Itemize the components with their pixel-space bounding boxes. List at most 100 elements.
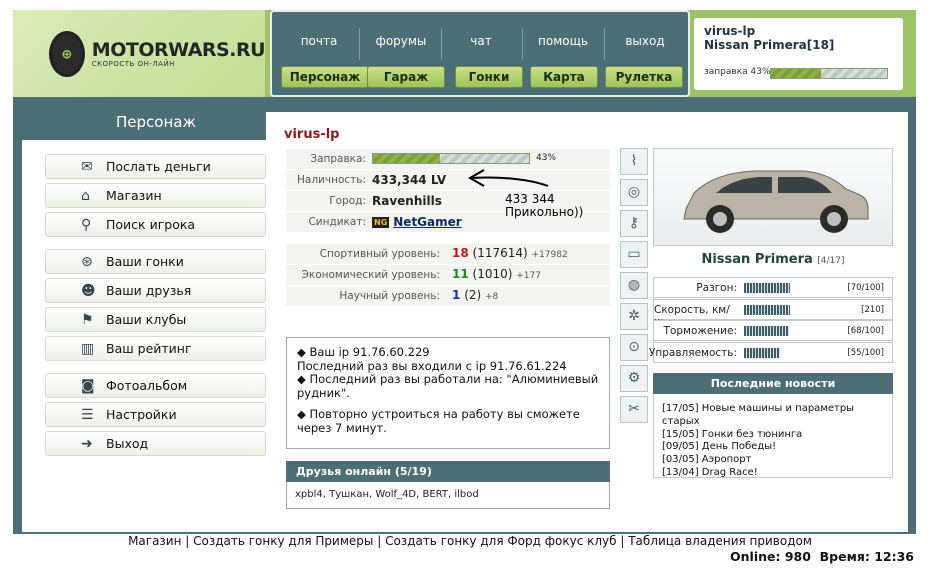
car-stat-value: [68/100] xyxy=(847,326,884,336)
level-row-economy: Экономический уровень: 11 (1010) +177 xyxy=(286,264,610,285)
car-stat-label: Разгон: xyxy=(696,282,737,294)
footer-links: Магазин | Создать гонку для Примеры | Со… xyxy=(128,534,812,548)
car-count: [4/17] xyxy=(817,256,845,266)
economy-level: 11 xyxy=(452,267,469,281)
news-item[interactable]: [17/05] Новые машины и параметры старых xyxy=(662,403,884,429)
message-item: ◆ Последний раз вы работали на: "Алюмини… xyxy=(297,372,599,400)
news-item[interactable]: [15/05] Гонки без тюнинга xyxy=(662,429,884,442)
menu-item-1[interactable]: ⌂ Магазин xyxy=(45,183,266,208)
spark-plug-icon[interactable]: ⚷ xyxy=(620,210,648,237)
menu-item-2[interactable]: ⚲ Поиск игрока xyxy=(45,212,266,237)
news-item[interactable]: [13/04] Drag Race! xyxy=(662,467,884,480)
section-title: Персонаж xyxy=(116,113,196,131)
nav-logout[interactable]: выход xyxy=(610,34,680,48)
rating-icon: ▥ xyxy=(81,341,95,357)
tire-icon[interactable]: ◎ xyxy=(620,179,648,206)
menu-item-3[interactable]: ⊛ Ваши гонки xyxy=(45,249,266,274)
user-fuel-label: заправка 43% xyxy=(704,67,771,77)
car-image[interactable] xyxy=(653,148,893,246)
nav-mail[interactable]: почта xyxy=(284,34,354,48)
nav-help[interactable]: помощь xyxy=(528,34,598,48)
menu-item-7[interactable]: ◙ Фотоальбом xyxy=(45,373,266,398)
science-level: 1 xyxy=(452,288,461,302)
cash-value: 433,344 LV xyxy=(372,173,447,187)
user-fuel-bar xyxy=(770,68,888,79)
car-stat-value: [55/100] xyxy=(847,347,884,358)
level-row-sport: Спортивный уровень: 18 (117614) +17982 xyxy=(286,243,610,264)
menu-item-label: Ваши клубы xyxy=(106,312,187,327)
shock-absorber-icon[interactable]: ⌇ xyxy=(620,148,648,175)
exit-icon: ➜ xyxy=(81,436,93,452)
menu-item-6[interactable]: ▥ Ваш рейтинг xyxy=(45,336,266,361)
tab-garage-button[interactable]: Гараж xyxy=(367,66,445,88)
messages-box: ◆ Ваш ip 91.76.60.229 Последний раз вы в… xyxy=(286,337,610,449)
fuel-label: Заправка: xyxy=(310,153,366,165)
car-stat-row: Разгон: [70/100] xyxy=(653,277,893,298)
menu-item-label: Ваш рейтинг xyxy=(106,341,192,356)
shop-icon: ⌂ xyxy=(81,188,90,204)
clubs-icon: ⚑ xyxy=(81,312,94,328)
friends-icon: ☻ xyxy=(81,283,96,299)
user-summary: virus-lp Nissan Primera[18] заправка 43% xyxy=(694,18,903,90)
message-item: ◆ Ваш ip 91.76.60.229 xyxy=(297,345,430,359)
site-logo[interactable]: ⊕ MOTORWARS.RU СКОРОСТЬ ОН-ЛАЙН xyxy=(13,10,266,97)
city-label: Город: xyxy=(329,195,366,207)
brand-name: MOTORWARS.RU xyxy=(91,38,266,61)
user-name[interactable]: virus-lp xyxy=(704,24,893,38)
tab-races-button[interactable]: Гонки xyxy=(455,66,523,88)
car-stat-row: Управляемость: [55/100] xyxy=(649,341,893,363)
fuel-bar xyxy=(372,153,530,164)
player-name: virus-lp xyxy=(284,127,340,142)
car-stat-label: Торможение: xyxy=(663,325,737,337)
menu-item-5[interactable]: ⚑ Ваши клубы xyxy=(45,307,266,332)
menu-item-8[interactable]: ☰ Настройки xyxy=(45,402,266,427)
footer-link-drive-table[interactable]: Таблица владения приводом xyxy=(628,534,812,548)
footer-link-create-race-focus[interactable]: Создать гонку для Форд фокус клуб xyxy=(385,534,616,548)
car-stat-bar xyxy=(744,347,780,358)
tab-character-button[interactable]: Персонаж xyxy=(281,66,369,88)
camera-icon: ◙ xyxy=(81,378,95,394)
car-stat-bar xyxy=(744,326,789,336)
tools-icon[interactable]: ✂ xyxy=(620,396,648,423)
user-car[interactable]: Nissan Primera[18] xyxy=(704,38,893,52)
city-value: Ravenhills xyxy=(372,194,442,208)
syndicate-link[interactable]: NetGamer xyxy=(393,215,461,229)
cash-label: Наличность: xyxy=(297,174,366,186)
news-item[interactable]: [09/05] День Победы! xyxy=(662,441,884,454)
car-stat-value: [210] xyxy=(861,304,884,315)
money-icon: ✉ xyxy=(81,159,93,175)
menu-item-0[interactable]: ✉ Послать деньги xyxy=(45,154,266,179)
menu-item-label: Магазин xyxy=(106,188,162,203)
footer-link-shop[interactable]: Магазин xyxy=(128,534,181,548)
top-navigation: почта форумы чат помощь выход Персонаж Г… xyxy=(270,10,690,97)
wheel-rim-icon[interactable]: ✲ xyxy=(620,303,648,330)
brake-disc-icon[interactable]: ◍ xyxy=(620,272,648,299)
car-picture-icon xyxy=(683,170,869,233)
exhaust-icon[interactable]: ▭ xyxy=(620,241,648,268)
car-stat-bar xyxy=(744,304,790,315)
level-row-science: Научный уровень: 1 (2) +8 xyxy=(286,285,610,306)
search-icon: ⚲ xyxy=(81,217,92,233)
turbo-icon[interactable]: ⊙ xyxy=(620,334,648,361)
tab-map-button[interactable]: Карта xyxy=(530,66,598,88)
footer-link-create-race-primera[interactable]: Создать гонку для Примеры xyxy=(193,534,373,548)
nav-forums[interactable]: форумы xyxy=(366,34,436,48)
menu-item-label: Фотоальбом xyxy=(106,378,188,393)
fuel-row: Заправка: 43% xyxy=(286,148,610,169)
online-count: Online: 980 xyxy=(730,549,811,564)
engine-icon[interactable]: ⚙ xyxy=(620,365,648,392)
menu-item-label: Поиск игрока xyxy=(106,217,196,232)
settings-icon: ☰ xyxy=(81,407,94,423)
server-time: Время: 12:36 xyxy=(819,549,914,564)
car-stat-row: Скорость, км/ч:[210] xyxy=(653,298,893,328)
news-item[interactable]: [03/05] Аэропорт xyxy=(662,454,884,467)
friends-online-title: Друзья онлайн (5/19) xyxy=(286,461,610,482)
menu-item-9[interactable]: ➜ Выход xyxy=(45,431,266,456)
menu-item-label: Послать деньги xyxy=(106,159,211,174)
nav-chat[interactable]: чат xyxy=(446,34,516,48)
news-title: Последние новости xyxy=(653,373,893,394)
menu-item-4[interactable]: ☻ Ваши друзья xyxy=(45,278,266,303)
friends-online-list[interactable]: xpbl4, Тушкан, Wolf_4D, BERT, ilbod xyxy=(286,482,610,509)
tab-roulette-button[interactable]: Рулетка xyxy=(605,66,683,88)
car-stat-row: Торможение: [68/100] xyxy=(653,320,893,341)
